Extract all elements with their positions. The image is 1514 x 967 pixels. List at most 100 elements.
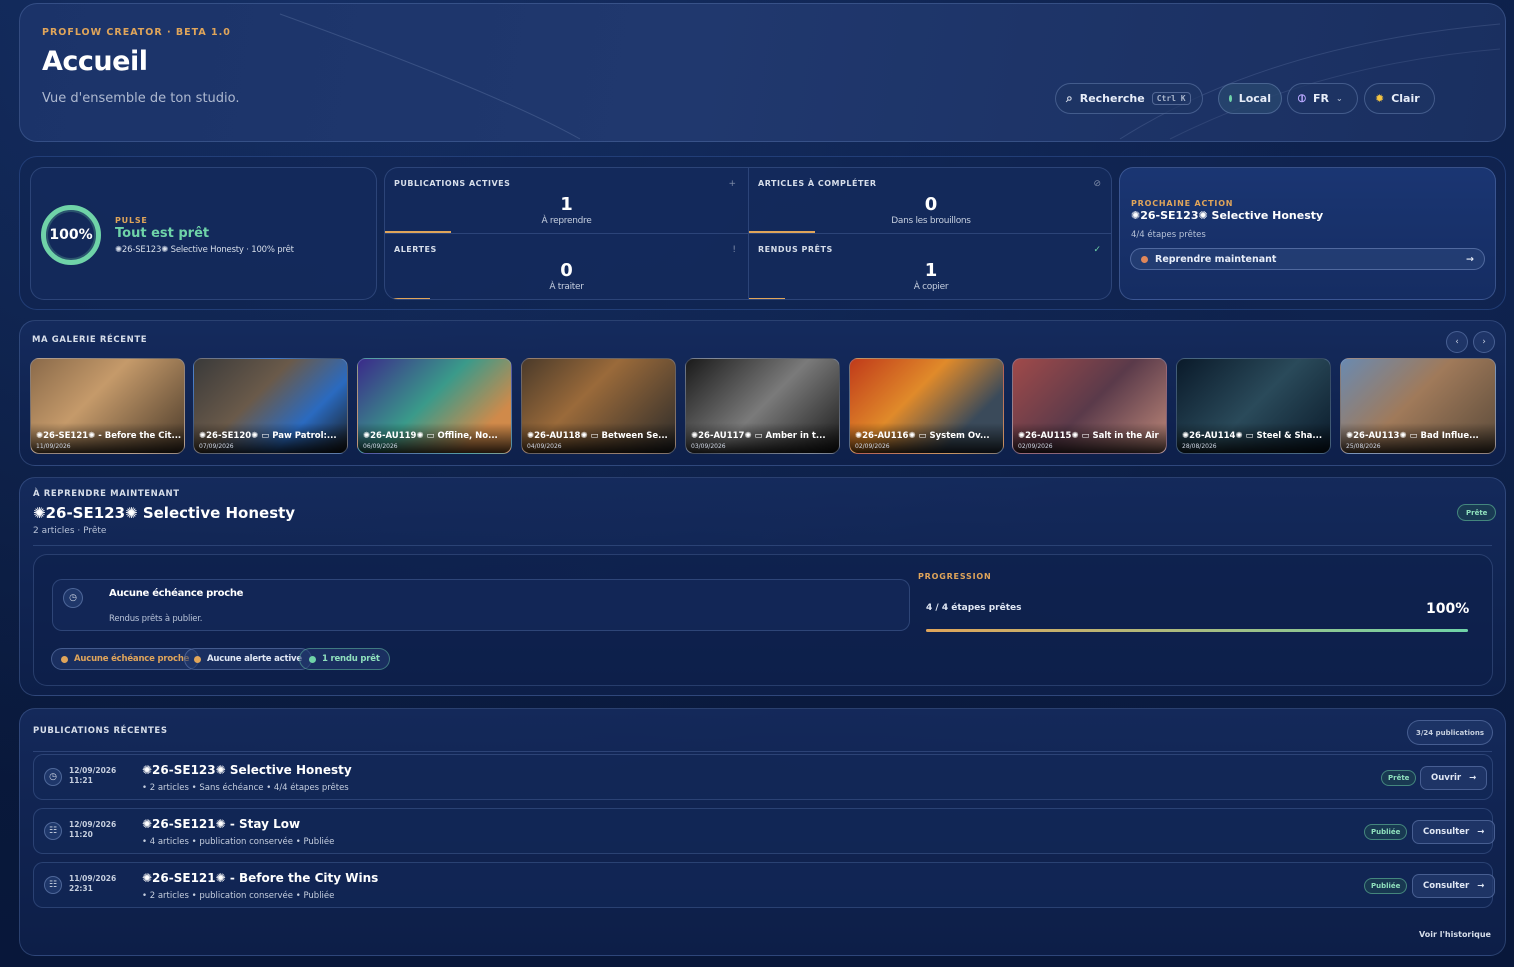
gallery-item-date: 03/09/2026 — [691, 443, 726, 450]
gallery-item[interactable]: ✺26-AU117✺ ▭ Amber in t... 03/09/2026 — [685, 358, 840, 454]
gallery-item[interactable]: ✺26-AU116✺ ▭ System Ov... 02/09/2026 — [849, 358, 1004, 454]
mode-status-dot — [1229, 95, 1232, 102]
publication-row[interactable]: ☷ 11/09/2026 22:31 ✺26-SE121✺ - Before th… — [33, 862, 1496, 908]
gallery-item[interactable]: ✺26-AU114✺ ▭ Steel & Sha... 28/08/2026 — [1176, 358, 1331, 454]
stat-active-publications[interactable]: PUBLICATIONS ACTIVES + 1 À reprendre — [385, 168, 749, 234]
stat-value: 0 — [560, 260, 573, 281]
gallery-item-title: ✺26-SE121✺ - Before the Cit... — [36, 431, 182, 441]
resume-cap: À REPRENDRE MAINTENANT — [33, 489, 180, 499]
globe-icon: ⦶ — [1298, 91, 1306, 105]
gallery-item-title: ✺26-AU113✺ ▭ Bad Influe... — [1346, 431, 1479, 441]
next-action-cap: PROCHAINE ACTION — [1131, 199, 1234, 208]
resume-details: ◷ Aucune échéance proche Rendus prêts à … — [33, 554, 1493, 686]
stats-grid: PUBLICATIONS ACTIVES + 1 À reprendre ART… — [384, 167, 1112, 300]
pulse-card: 100% PULSE Tout est prêt ✺26-SE123✺ Sele… — [30, 167, 377, 300]
gallery-item-title: ✺26-AU119✺ ▭ Offline, No... — [363, 431, 498, 441]
stat-value: 1 — [924, 260, 938, 281]
gallery-item[interactable]: ✺26-AU113✺ ▭ Bad Influe... 25/08/2026 — [1340, 358, 1496, 454]
progress-cap: PROGRESSION — [918, 572, 992, 581]
chip-label: 1 rendu prêt — [322, 654, 380, 664]
stat-ready-renders[interactable]: RENDUS PRÊTS ✓ 1 À copier — [749, 234, 1111, 299]
gallery-item[interactable]: ✺26-SE121✺ - Before the Cit... 11/09/2026 — [30, 358, 185, 454]
gallery-item-title: ✺26-AU118✺ ▭ Between Se... — [527, 431, 668, 441]
gallery-item-date: 06/09/2026 — [363, 443, 398, 450]
gallery-item[interactable]: ✺26-AU115✺ ▭ Salt in the Air 02/09/2026 — [1012, 358, 1167, 454]
next-action-card: PROCHAINE ACTION ✺26-SE123✺ Selective Ho… — [1119, 167, 1496, 300]
theme-toggle[interactable]: ✹ Clair — [1364, 83, 1435, 114]
gallery-item-title: ✺26-AU116✺ ▭ System Ov... — [855, 431, 990, 441]
resume-title: ✺26-SE123✺ Selective Honesty — [33, 504, 296, 522]
publication-row[interactable]: ☷ 12/09/2026 11:20 ✺26-SE121✺ - Stay Low … — [33, 808, 1496, 854]
chip-no-alert[interactable]: Aucune alerte active — [184, 648, 312, 670]
pulse-headline: Tout est prêt — [115, 226, 210, 241]
gallery-item-title: ✺26-SE120✺ ▭ Paw Patrol:... — [199, 431, 337, 441]
status-badge: Publiée — [1364, 824, 1408, 840]
chip-label: Aucune échéance proche — [74, 654, 190, 664]
arrow-right-icon: → — [1466, 253, 1474, 265]
publication-datetime: 12/09/2026 11:21 — [69, 766, 116, 786]
gallery-title: MA GALERIE RÉCENTE — [32, 335, 148, 345]
alert-icon: ! — [732, 245, 736, 255]
language-select[interactable]: ⦶ FR ⌄ — [1287, 83, 1358, 114]
next-action-title: ✺26-SE123✺ Selective Honesty — [1131, 209, 1324, 222]
brand-label: PROFLOW CREATOR · BETA 1.0 — [42, 27, 231, 38]
gallery-item-title: ✺26-AU117✺ ▭ Amber in t... — [691, 431, 826, 441]
chip-ready-render[interactable]: 1 rendu prêt — [299, 648, 390, 670]
stat-caption: PUBLICATIONS ACTIVES — [394, 179, 511, 188]
status-badge: Prête — [1381, 770, 1417, 786]
bullet: • — [142, 891, 150, 901]
publication-meta: • 2 articles • Sans échéance • 4/4 étape… — [142, 783, 349, 793]
stat-sub: À reprendre — [541, 216, 592, 226]
publication-meta: • 2 articles • publication conservée • P… — [142, 891, 334, 901]
gallery-prev-button[interactable]: ‹ — [1446, 331, 1468, 353]
no-entry-icon: ⊘ — [1093, 179, 1101, 189]
bullet: • — [266, 783, 274, 793]
gallery-item-date: 02/09/2026 — [855, 443, 890, 450]
progress-fill — [926, 629, 1468, 632]
chip-no-deadline[interactable]: Aucune échéance proche — [51, 648, 200, 670]
gallery-item[interactable]: ✺26-SE120✺ ▭ Paw Patrol:... 07/09/2026 — [193, 358, 348, 454]
stat-value: 0 — [924, 194, 938, 215]
gallery-next-button[interactable]: › — [1473, 331, 1495, 353]
publication-title: ✺26-SE121✺ - Before the City Wins — [142, 871, 379, 885]
gallery-item[interactable]: ✺26-AU118✺ ▭ Between Se... 04/09/2026 — [521, 358, 676, 454]
mode-toggle[interactable]: Local — [1218, 83, 1282, 114]
stat-articles-to-complete[interactable]: ARTICLES À COMPLÉTER ⊘ 0 Dans les brouil… — [749, 168, 1111, 234]
language-label: FR — [1313, 92, 1329, 105]
open-button[interactable]: Ouvrir → — [1420, 766, 1488, 790]
stat-caption: RENDUS PRÊTS — [758, 245, 833, 254]
publication-row[interactable]: ◷ 12/09/2026 11:21 ✺26-SE123✺ Selective H… — [33, 754, 1493, 800]
publication-time: 11:21 — [69, 776, 93, 785]
gallery-item-title: ✺26-AU114✺ ▭ Steel & Sha... — [1182, 431, 1323, 441]
stat-accent-bar — [385, 298, 430, 299]
gallery-item-date: 11/09/2026 — [36, 443, 71, 450]
resume-label: Reprendre maintenant — [1155, 253, 1277, 265]
stat-accent-bar — [749, 231, 815, 233]
search-button[interactable]: ⌕ Recherche Ctrl K — [1055, 83, 1203, 114]
consult-button[interactable]: Consulter → — [1412, 874, 1496, 898]
resume-dot — [1141, 255, 1148, 263]
search-shortcut: Ctrl K — [1151, 92, 1191, 105]
meta-item: Publiée — [303, 837, 335, 847]
resume-meta: 2 articles · Prête — [33, 526, 107, 536]
meta-item: 4 articles — [149, 837, 189, 847]
publication-title: ✺26-SE121✺ - Stay Low — [142, 817, 301, 831]
deadline-title: Aucune échéance proche — [109, 588, 244, 599]
publication-datetime: 12/09/2026 11:20 — [69, 820, 116, 840]
meta-item: Publiée — [303, 891, 335, 901]
gallery-item[interactable]: ✺26-AU119✺ ▭ Offline, No... 06/09/2026 — [357, 358, 512, 454]
resume-now-button[interactable]: Reprendre maintenant → — [1130, 248, 1485, 270]
meta-item: 2 articles — [149, 891, 189, 901]
history-link[interactable]: Voir l'historique — [1419, 930, 1491, 939]
arrow-right-icon: → — [1477, 827, 1485, 837]
search-label: Recherche — [1079, 92, 1145, 105]
meta-item: 4/4 étapes prêtes — [273, 783, 349, 793]
consult-button[interactable]: Consulter → — [1412, 820, 1496, 844]
meta-item: 2 articles — [149, 783, 189, 793]
clock-icon: ◷ — [44, 768, 62, 786]
button-label: Consulter — [1423, 827, 1470, 837]
stat-alerts[interactable]: ALERTES ! 0 À traiter — [385, 234, 749, 299]
gallery-item-title: ✺26-AU115✺ ▭ Salt in the Air — [1018, 431, 1159, 441]
arrow-right-icon: → — [1469, 773, 1477, 783]
divider — [33, 545, 1492, 546]
